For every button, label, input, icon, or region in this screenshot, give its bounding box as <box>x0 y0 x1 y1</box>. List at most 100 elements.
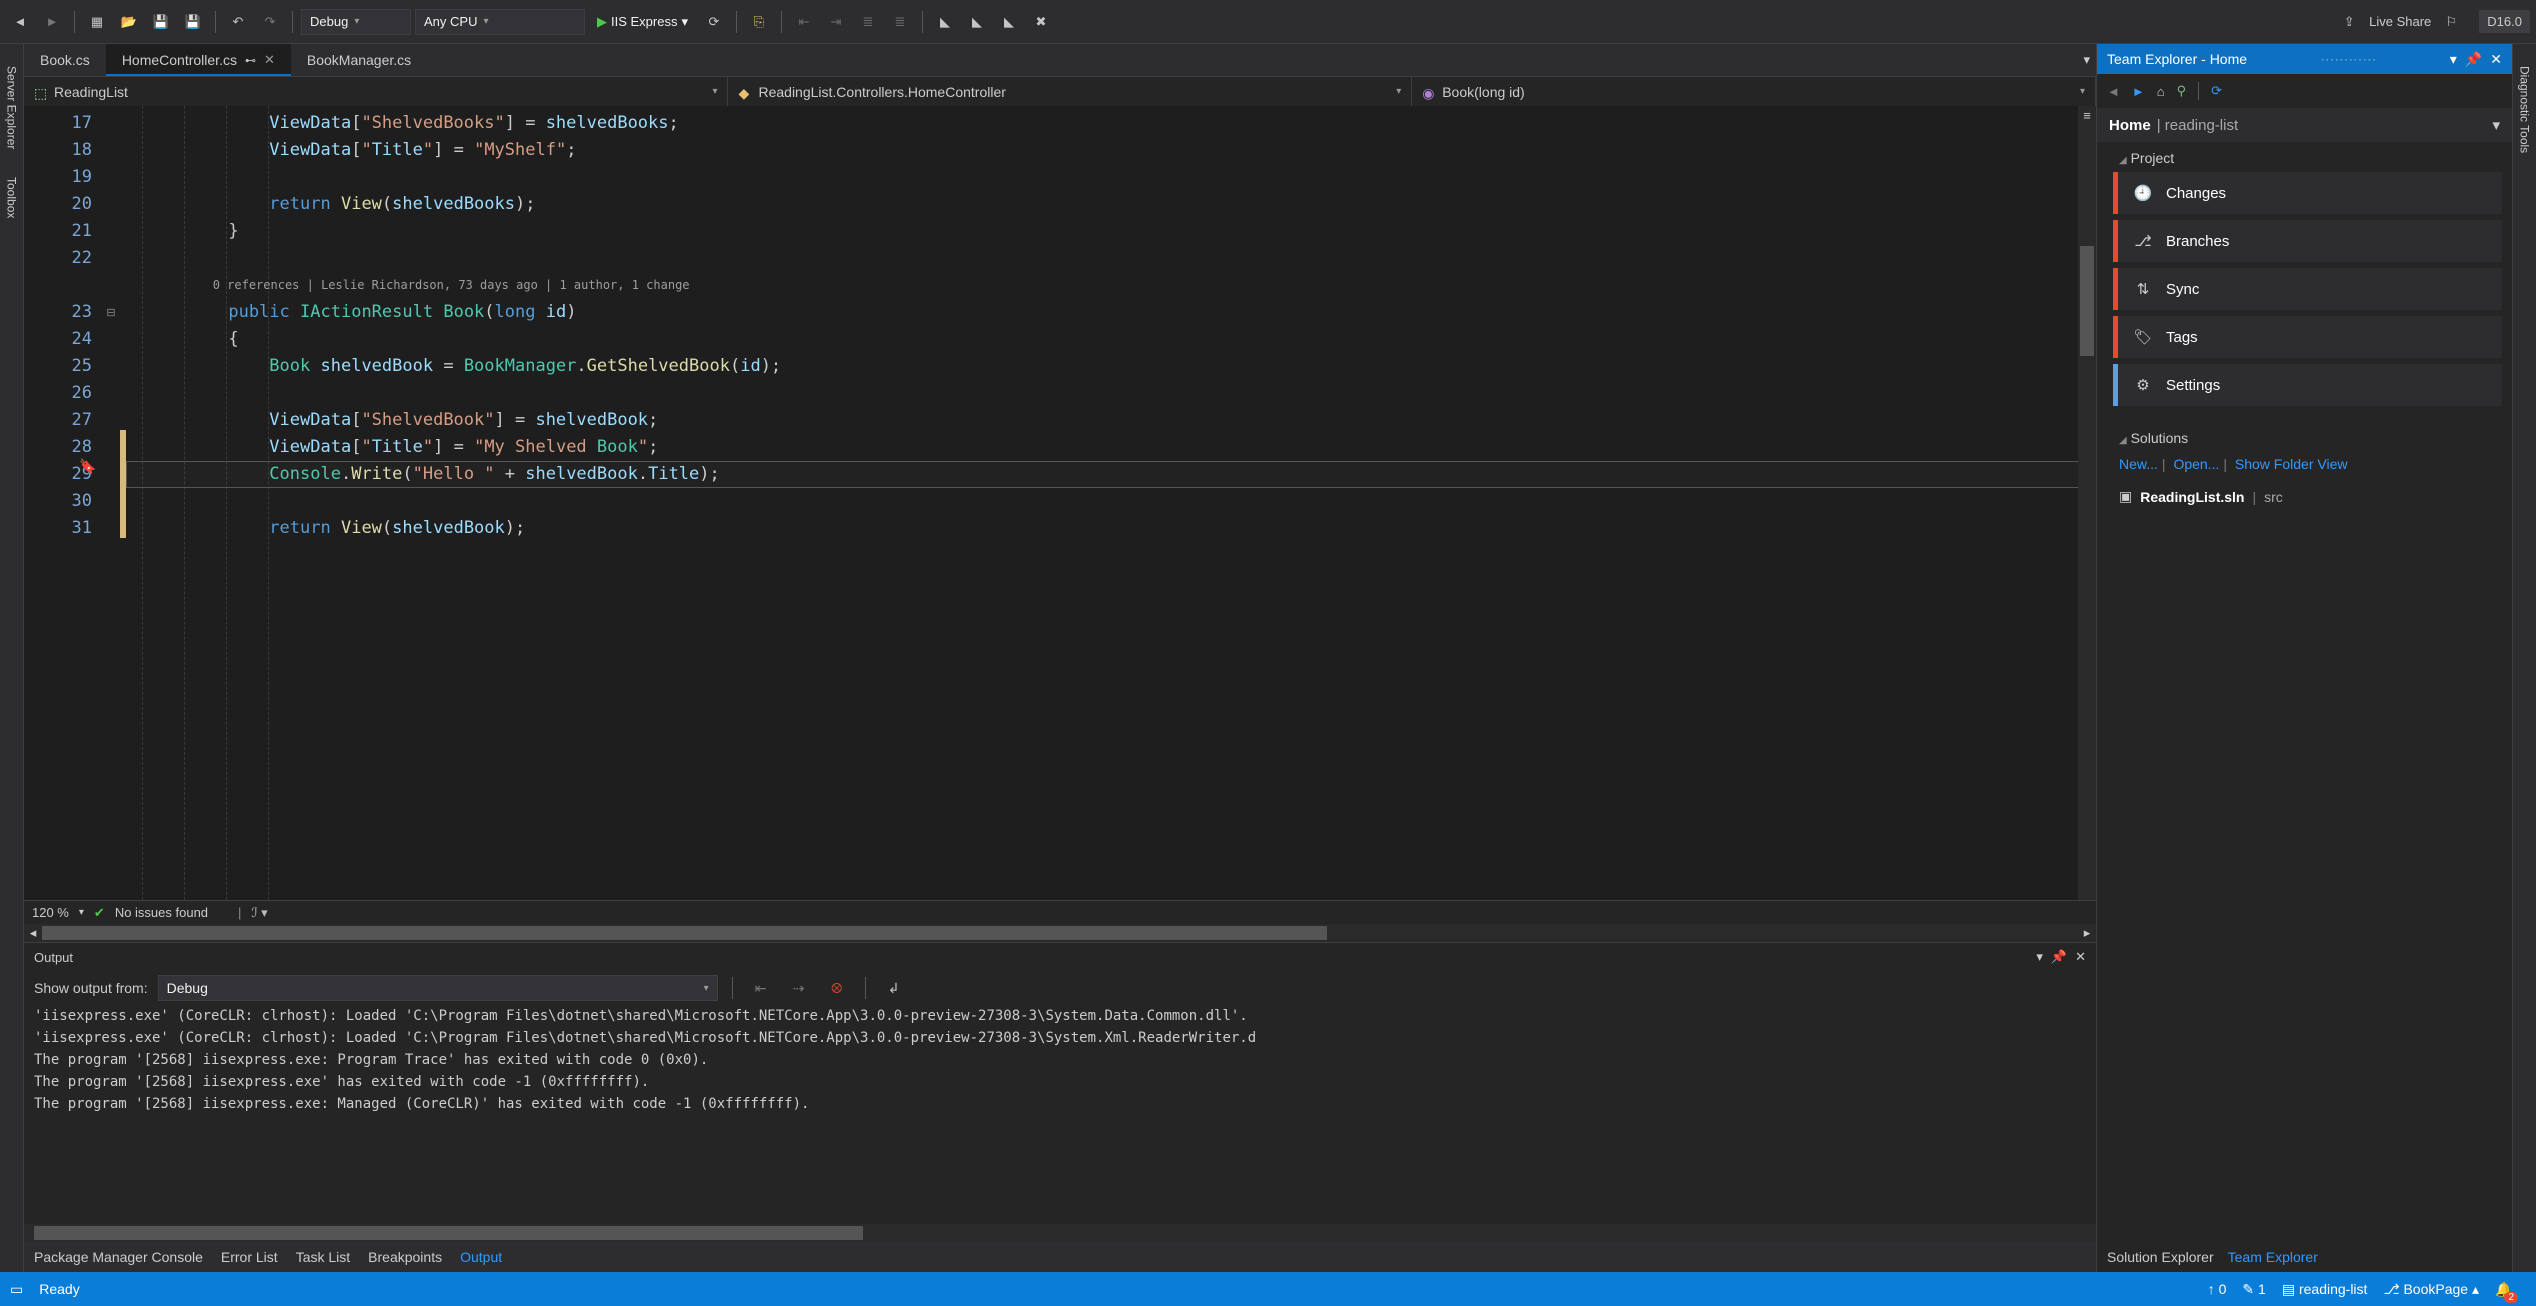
chevron-down-icon[interactable]: ▾ <box>681 14 688 30</box>
csharp-project-icon: ⬚ <box>34 85 48 99</box>
home-icon[interactable]: ⌂ <box>2157 84 2165 99</box>
uncomment-icon[interactable]: ≣ <box>886 8 914 36</box>
open-file-icon[interactable]: 📂 <box>115 8 143 36</box>
team-explorer-titlebar[interactable]: Team Explorer - Home ⋯⋯⋯⋯ ▾ 📌 ✕ <box>2097 44 2512 74</box>
nav-fwd-icon[interactable]: ► <box>38 8 66 36</box>
tab-book-cs[interactable]: Book.cs <box>24 44 106 76</box>
te-solution-links: New...| Open...| Show Folder View <box>2097 452 2512 482</box>
tab-team-explorer[interactable]: Team Explorer <box>2228 1249 2318 1265</box>
branch-indicator[interactable]: ⎇ BookPage ▴ <box>2383 1281 2479 1298</box>
zoom-level[interactable]: 120 % <box>32 905 69 920</box>
brush-icon[interactable]: ℐ ▾ <box>251 905 267 921</box>
tab-homecontroller-cs[interactable]: HomeController.cs ⊷ ✕ <box>106 44 291 76</box>
repo-indicator[interactable]: ▤ reading-list <box>2282 1281 2368 1298</box>
te-item-changes[interactable]: 🕘 Changes <box>2113 172 2502 214</box>
app-icon: ▭ <box>10 1281 23 1298</box>
te-item-label: Tags <box>2166 329 2198 346</box>
redo-icon[interactable]: ↷ <box>256 8 284 36</box>
te-item-settings[interactable]: ⚙ Settings <box>2113 364 2502 406</box>
output-text[interactable]: 'iisexpress.exe' (CoreCLR: clrhost): Loa… <box>24 1005 2096 1224</box>
notifications-icon[interactable]: 🔔2 <box>2495 1281 2526 1298</box>
solution-config-combo[interactable]: Debug ▾ <box>301 9 411 35</box>
bookmark-next-icon[interactable]: ◣ <box>995 8 1023 36</box>
feedback-icon[interactable]: ⚐ <box>2437 8 2465 36</box>
sync-icon: ⇅ <box>2132 278 2154 300</box>
status-bar: ▭ Ready ↑ 0 ✎ 1 ▤ reading-list ⎇ BookPag… <box>0 1272 2536 1306</box>
plug-icon[interactable]: ⚲ <box>2177 83 2187 99</box>
tab-output[interactable]: Output <box>460 1249 502 1265</box>
te-project-label: Project <box>2131 150 2175 166</box>
tabs-overflow-icon[interactable]: ▾ <box>2077 44 2096 76</box>
outlining-margin[interactable]: ⊟ <box>102 106 120 900</box>
te-item-sync[interactable]: ⇅ Sync <box>2113 268 2502 310</box>
chevron-down-icon[interactable]: ▾ <box>2492 116 2500 134</box>
close-icon[interactable]: ✕ <box>2490 51 2502 68</box>
indent-more-icon[interactable]: ⇥ <box>822 8 850 36</box>
save-icon[interactable]: 💾 <box>147 8 175 36</box>
diagnostic-tools-tab[interactable]: Diagnostic Tools <box>2516 52 2534 167</box>
undo-icon[interactable]: ↶ <box>224 8 252 36</box>
tab-bookmanager-cs[interactable]: BookManager.cs <box>291 44 427 76</box>
clear-all-icon[interactable]: ⮾ <box>823 974 851 1002</box>
te-item-branches[interactable]: ⎇ Branches <box>2113 220 2502 262</box>
te-item-tags[interactable]: 🏷 Tags <box>2113 316 2502 358</box>
code-text[interactable]: ViewData["ShelvedBooks"] = shelvedBooks;… <box>126 106 2096 900</box>
live-share-icon[interactable]: ⇪ <box>2335 8 2363 36</box>
indent-less-icon[interactable]: ⇤ <box>790 8 818 36</box>
toolbox-tab[interactable]: Toolbox <box>3 163 21 232</box>
comment-icon[interactable]: ≣ <box>854 8 882 36</box>
te-home-header[interactable]: Home | reading-list ▾ <box>2097 108 2512 142</box>
zoom-chevron-icon[interactable]: ▾ <box>79 907 84 918</box>
tab-pkg-mgr-console[interactable]: Package Manager Console <box>34 1249 203 1265</box>
solution-platform-combo[interactable]: Any CPU ▾ <box>415 9 585 35</box>
config-label: Debug <box>310 14 348 29</box>
step-into-icon[interactable]: ⎘ <box>745 8 773 36</box>
tab-error-list[interactable]: Error List <box>221 1249 278 1265</box>
tab-breakpoints[interactable]: Breakpoints <box>368 1249 442 1265</box>
pin-icon[interactable]: 📌 <box>2051 949 2067 965</box>
dropdown-icon[interactable]: ▾ <box>2450 51 2457 68</box>
pull-indicator[interactable]: ✎ 1 <box>2242 1281 2265 1298</box>
tab-solution-explorer[interactable]: Solution Explorer <box>2107 1249 2214 1265</box>
refresh-icon[interactable]: ⟳ <box>700 8 728 36</box>
nav-member-combo[interactable]: ◉ Book(long id) ▾ <box>1412 77 2096 106</box>
close-icon[interactable]: ✕ <box>264 52 275 68</box>
server-explorer-tab[interactable]: Server Explorer <box>3 52 21 163</box>
te-item-label: Settings <box>2166 377 2220 394</box>
editor-h-scrollbar[interactable]: ◂ ▸ <box>24 924 2096 942</box>
link-open[interactable]: Open... <box>2173 456 2219 472</box>
autohide-chevron-icon[interactable]: ▾ <box>2036 949 2043 965</box>
nav-fwd-icon[interactable]: ► <box>2132 84 2145 99</box>
te-solution-row[interactable]: ▣ ReadingList.sln | src <box>2097 482 2512 511</box>
nav-type-combo[interactable]: ◆ ReadingList.Controllers.HomeController… <box>728 77 1412 106</box>
pin-icon[interactable]: 📌 <box>2465 51 2482 68</box>
push-indicator[interactable]: ↑ 0 <box>2208 1281 2227 1297</box>
breakpoint-tag-icon[interactable]: 🔖 <box>79 458 96 475</box>
tab-task-list[interactable]: Task List <box>296 1249 350 1265</box>
output-h-scrollbar[interactable] <box>24 1224 2096 1242</box>
toggle-wrap-icon[interactable]: ↲ <box>880 974 908 1002</box>
run-button[interactable]: ▶ IIS Express ▾ <box>589 8 696 36</box>
bookmark-icon[interactable]: ◣ <box>931 8 959 36</box>
refresh-icon[interactable]: ⟳ <box>2211 83 2222 99</box>
nav-back-icon[interactable]: ◄ <box>2107 84 2120 99</box>
run-target-label: IIS Express <box>611 14 677 29</box>
output-source-combo[interactable]: Debug ▾ <box>158 975 718 1001</box>
bookmark-clear-icon[interactable]: ✖ <box>1027 8 1055 36</box>
collapse-icon[interactable]: ⊟ <box>102 299 120 326</box>
new-project-icon[interactable]: ▦ <box>83 8 111 36</box>
find-msg-icon[interactable]: ⇤ <box>747 974 775 1002</box>
link-new[interactable]: New... <box>2119 456 2158 472</box>
close-icon[interactable]: ✕ <box>2075 949 2086 965</box>
vertical-scrollbar[interactable]: ≡ <box>2078 106 2096 900</box>
nav-project-combo[interactable]: ⬚ ReadingList ▾ <box>24 77 728 106</box>
split-handle-icon[interactable]: ≡ <box>2080 108 2094 122</box>
code-editor[interactable]: 17 18 19 20 21 22 23 24 25 26 27 28 29 3… <box>24 106 2096 900</box>
pin-icon[interactable]: ⊷ <box>245 54 256 67</box>
bookmark-prev-icon[interactable]: ◣ <box>963 8 991 36</box>
nav-back-icon[interactable]: ◄ <box>6 8 34 36</box>
save-all-icon[interactable]: 💾 <box>179 8 207 36</box>
live-share-label[interactable]: Live Share <box>2369 14 2431 29</box>
prev-msg-icon[interactable]: ⇢ <box>785 974 813 1002</box>
link-folder-view[interactable]: Show Folder View <box>2235 456 2348 472</box>
